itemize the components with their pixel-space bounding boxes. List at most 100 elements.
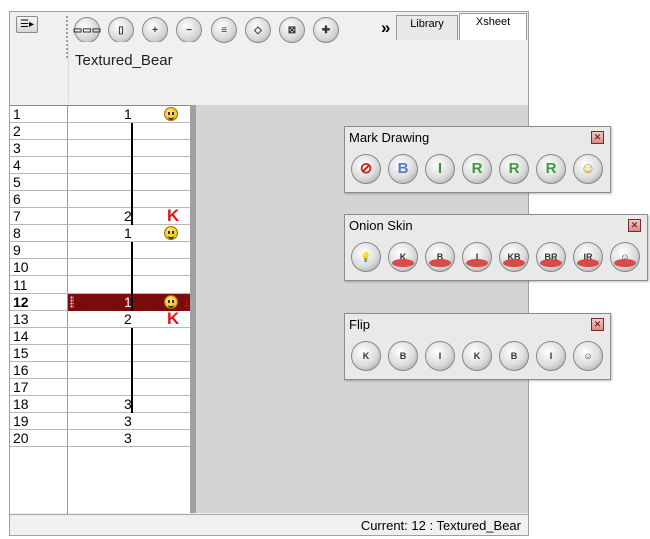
toggle-column-icon[interactable]: ▯ [108, 17, 134, 43]
hold-line [131, 242, 133, 311]
button-glyph: R [471, 160, 483, 177]
show-thumbnails-icon[interactable]: ▭▭▭ [73, 17, 101, 43]
column-name: Textured_Bear [75, 52, 173, 69]
key-mark: K [167, 206, 180, 226]
mark-drawing-panel: Mark Drawing ✕ ⊘ B I R R R ☺ [344, 126, 611, 193]
smiley-mark-icon [164, 294, 178, 309]
xsheet-cell[interactable]: 1 [68, 225, 196, 242]
xsheet-row[interactable]: 11 [10, 106, 196, 123]
flip-breakdown-icon[interactable]: B [388, 341, 418, 371]
frame-number: 17 [13, 378, 29, 395]
smiley-mark-icon [164, 226, 178, 241]
button-glyph: B [510, 351, 518, 361]
flip-inbetween-icon[interactable]: I [425, 341, 455, 371]
xsheet-menu-icon[interactable]: ☰▸ [16, 16, 38, 33]
flip-breakdown-alt-icon[interactable]: B [499, 341, 529, 371]
add-frames-icon[interactable]: ≡ [211, 17, 237, 43]
add-drawing-icon[interactable]: ✚ [313, 17, 339, 43]
frame-number: 11 [13, 276, 28, 293]
status-bar: Current: 12 : Textured_Bear [10, 514, 528, 535]
xsheet-row[interactable]: 11 [10, 277, 196, 294]
drawing-number: 2 [124, 310, 132, 327]
onion-smiley-icon[interactable]: ☺ [610, 242, 640, 272]
button-glyph: I [549, 351, 553, 361]
remove-column-icon[interactable]: − [176, 17, 202, 43]
xsheet-row[interactable]: 9 [10, 242, 196, 260]
button-glyph: I [437, 160, 443, 177]
button-glyph: ☺ [583, 351, 593, 361]
xsheet-row[interactable]: 72K [10, 206, 196, 226]
mark-retake-breakdown-icon[interactable]: R [499, 154, 529, 184]
tab-library[interactable]: Library [396, 15, 458, 40]
add-column-icon[interactable]: + [142, 17, 168, 43]
onion-breakdown-alt-icon[interactable]: BR [536, 242, 566, 272]
close-icon[interactable]: ✕ [591, 131, 604, 144]
flip-inbetween-alt-icon[interactable]: I [536, 341, 566, 371]
tab-xsheet[interactable]: Xsheet [459, 13, 527, 40]
mark-smiley-icon[interactable]: ☺ [573, 154, 603, 184]
frame-number: 9 [13, 242, 21, 259]
close-icon[interactable]: ✕ [591, 318, 604, 331]
button-glyph: K [473, 351, 481, 361]
onion-band [614, 259, 636, 267]
xsheet-row[interactable]: 16 [10, 362, 196, 379]
xsheet-row[interactable]: 10 [10, 259, 196, 277]
panel-title: Flip [349, 317, 370, 332]
xsheet-grid[interactable]: 1 1 2 3 4 5 6 7 2 K 8 1 9 10 11 12 1 ↓ 13 2 K 14 15 16 17 18 3 19 3 2… [10, 105, 196, 514]
frame-number: 7 [13, 208, 21, 225]
button-glyph: 💡 [360, 252, 372, 262]
xsheet-row[interactable]: 19 3 [10, 413, 196, 430]
toolbar-overflow-chevron-icon[interactable]: » [381, 18, 390, 38]
mark-inbetween-icon[interactable]: I [425, 154, 455, 184]
onion-band [540, 259, 562, 267]
xsheet-row[interactable]: 18 3 [10, 396, 196, 413]
close-icon[interactable]: ✕ [628, 219, 641, 232]
mark-none-icon[interactable]: ⊘ [351, 154, 381, 184]
xsheet-row[interactable]: 13 2 K [10, 310, 196, 328]
drag-handle[interactable] [70, 295, 74, 308]
button-glyph: B [399, 351, 407, 361]
onion-key-icon[interactable]: K [388, 242, 418, 272]
frame-number: 20 [13, 429, 29, 446]
mark-retake-inbetween-icon[interactable]: R [536, 154, 566, 184]
drawing-number: 3 [124, 412, 132, 429]
xsheet-cell[interactable]: 3 [68, 430, 196, 447]
xsheet-cell[interactable]: 1 [68, 106, 196, 123]
xsheet-row[interactable]: 2 [10, 123, 196, 141]
xsheet-cell[interactable]: 2K [68, 310, 196, 328]
xsheet-cell[interactable]: 3 [68, 413, 196, 430]
button-glyph: R [508, 160, 520, 177]
delete-cell-icon[interactable]: ⊠ [279, 17, 305, 43]
xsheet-row[interactable]: 15 [10, 345, 196, 362]
frame-number: 13 [13, 310, 29, 327]
flip-key-icon[interactable]: K [351, 341, 381, 371]
xsheet-row[interactable]: 12 1 ↓ [10, 293, 196, 311]
xsheet-row[interactable]: 5 [10, 174, 196, 192]
flip-smiley-icon[interactable]: ☺ [573, 341, 603, 371]
frame-number: 16 [13, 361, 29, 378]
hold-line [131, 123, 133, 226]
button-glyph: ☺ [580, 160, 596, 177]
flip-key-alt-icon[interactable]: K [462, 341, 492, 371]
frame-number: 2 [13, 123, 21, 140]
xsheet-row[interactable]: 17 [10, 379, 196, 396]
xsheet-row[interactable]: 4 [10, 157, 196, 175]
xsheet-row[interactable]: 14 [10, 328, 196, 345]
onion-key-breakdown-icon[interactable]: KB [499, 242, 529, 272]
onion-skin-panel: Onion Skin ✕ 💡 K B I KB BR IR ☺ [344, 214, 648, 281]
xsheet-row[interactable]: 20 3 [10, 430, 196, 447]
frame-number: 5 [13, 174, 21, 191]
xsheet-row[interactable]: 3 [10, 140, 196, 158]
hold-line [131, 327, 133, 413]
column-header[interactable]: Textured_Bear [68, 42, 196, 102]
onion-inbetween-alt-icon[interactable]: IR [573, 242, 603, 272]
onion-breakdown-icon[interactable]: B [425, 242, 455, 272]
drawing-paper-icon[interactable]: ◇ [245, 17, 271, 43]
button-glyph: I [438, 351, 442, 361]
onion-inbetween-icon[interactable]: I [462, 242, 492, 272]
mark-breakdown-icon[interactable]: B [388, 154, 418, 184]
mark-retake-key-icon[interactable]: R [462, 154, 492, 184]
onion-toggle-icon[interactable]: 💡 [351, 242, 381, 272]
xsheet-row[interactable]: 81 [10, 225, 196, 243]
onion-band [429, 259, 451, 267]
